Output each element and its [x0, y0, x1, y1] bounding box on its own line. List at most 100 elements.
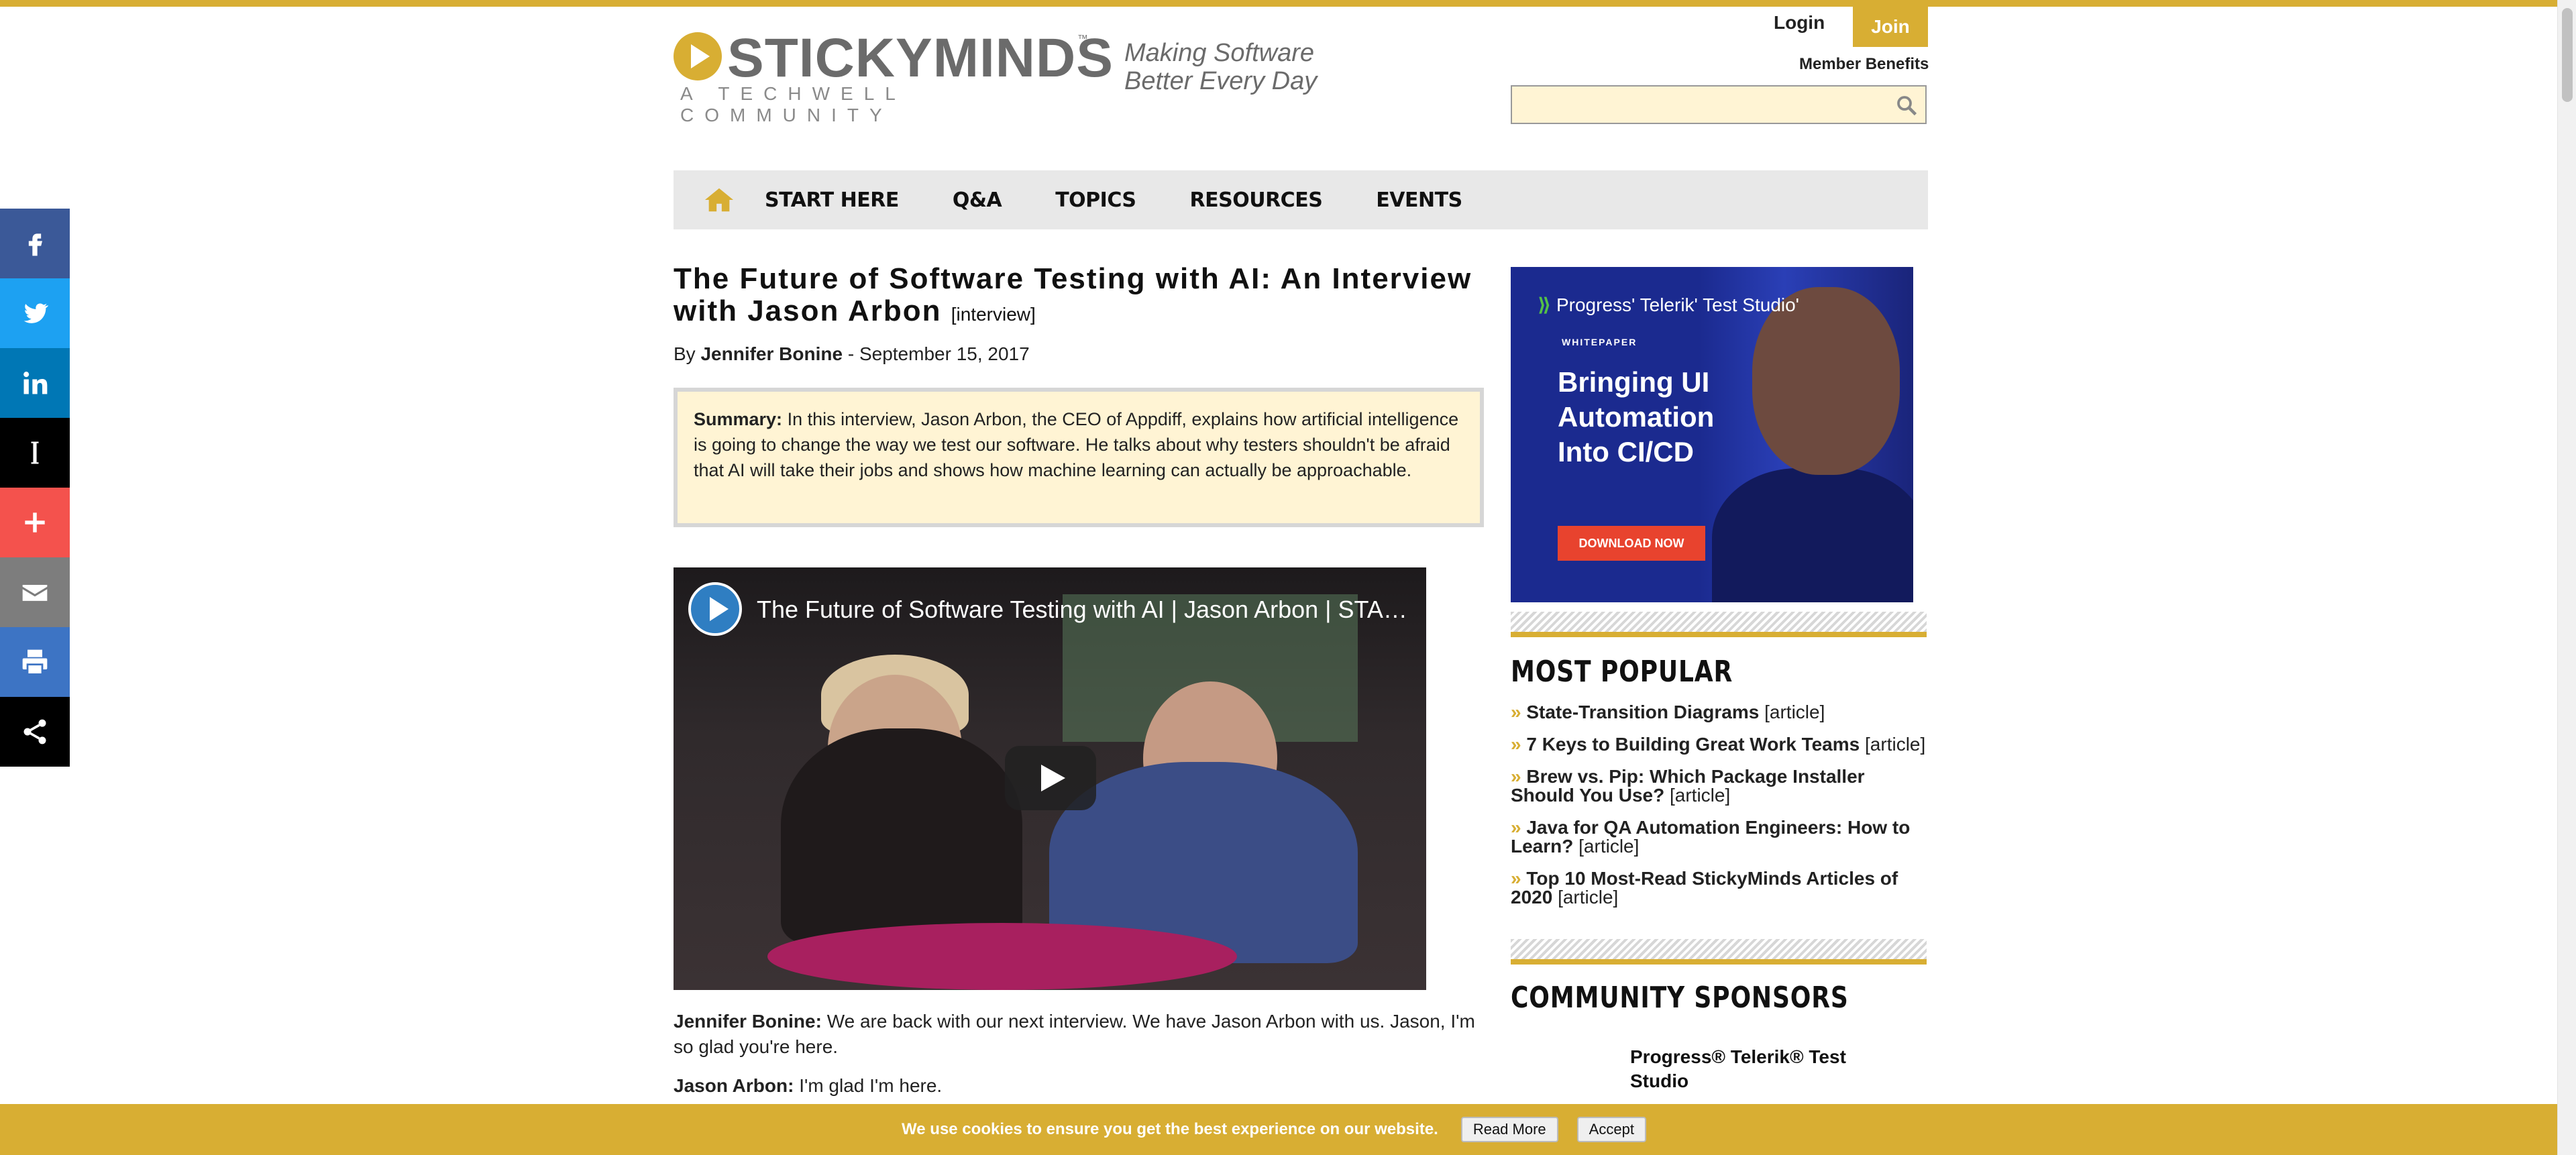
bullet-icon: »: [1511, 868, 1521, 889]
section-divider: [1511, 612, 1927, 637]
nav-item-resources[interactable]: RESOURCES: [1190, 188, 1323, 212]
bullet-icon: »: [1511, 817, 1521, 838]
join-button[interactable]: Join: [1853, 7, 1928, 47]
logo-play-icon: [674, 32, 722, 80]
progress-logo-icon: ⟫: [1538, 294, 1552, 315]
paragraph-text: I'm glad I'm here.: [794, 1075, 943, 1096]
share-instapaper-button[interactable]: [0, 418, 70, 488]
site-tagline: Making Software Better Every Day: [1124, 39, 1366, 95]
print-button[interactable]: [0, 627, 70, 697]
list-item: » Brew vs. Pip: Which Package Installer …: [1511, 767, 1927, 805]
share-linkedin-button[interactable]: [0, 348, 70, 418]
byline: By Jennifer Bonine - September 15, 2017: [674, 343, 1030, 365]
byline-prefix: By: [674, 343, 701, 364]
speaker-name: Jason Arbon:: [674, 1075, 794, 1096]
login-link[interactable]: Login: [1774, 12, 1825, 34]
bullet-icon: »: [1511, 702, 1521, 722]
ad-brand: ⟫ Progress' Telerik' Test Studio': [1538, 294, 1799, 316]
publish-date: - September 15, 2017: [843, 343, 1030, 364]
nav-item-qa[interactable]: Q&A: [953, 188, 1002, 212]
ad-eyebrow: WHITEPAPER: [1562, 337, 1638, 347]
list-item: » State-Transition Diagrams [article]: [1511, 703, 1927, 722]
video-person-1: [781, 728, 1022, 943]
summary-text: In this interview, Jason Arbon, the CEO …: [694, 409, 1459, 480]
site-logo[interactable]: STICKYMINDS ™ A TECHWELL COMMUNITY: [674, 28, 1113, 125]
summary-box: Summary: In this interview, Jason Arbon,…: [674, 388, 1484, 527]
tagline-line-2: Better Every Day: [1124, 67, 1318, 95]
print-icon: [22, 649, 48, 675]
instapaper-icon: [31, 441, 39, 464]
video-player[interactable]: The Future of Software Testing with AI |…: [674, 567, 1426, 990]
share-icon: [23, 719, 46, 745]
popular-tag: [article]: [1764, 702, 1825, 722]
popular-tag: [article]: [1865, 734, 1926, 755]
search-input[interactable]: [1512, 87, 1888, 123]
list-item: » 7 Keys to Building Great Work Teams [a…: [1511, 735, 1927, 754]
sidebar-ad[interactable]: ⟫ Progress' Telerik' Test Studio' WHITEP…: [1511, 267, 1913, 602]
share-twitter-button[interactable]: [0, 278, 70, 348]
nav-home[interactable]: [674, 186, 765, 213]
article-title-text: The Future of Software Testing with AI: …: [674, 262, 1472, 327]
plus-icon: [25, 512, 45, 533]
nav-item-topics[interactable]: TOPICS: [1055, 188, 1136, 212]
interview-paragraph: Jennifer Bonine: We are back with our ne…: [674, 1009, 1485, 1060]
twitter-icon: [23, 303, 49, 323]
top-accent-bar: [0, 0, 2557, 7]
article-type-tag: [interview]: [951, 304, 1036, 325]
share-email-button[interactable]: [0, 557, 70, 627]
nav-item-events[interactable]: EVENTS: [1376, 188, 1462, 212]
facebook-icon: [28, 233, 42, 256]
search-box: [1511, 85, 1927, 124]
author-link[interactable]: Jennifer Bonine: [700, 343, 843, 364]
page-scrollbar[interactable]: [2557, 0, 2576, 1155]
sponsor-name-link[interactable]: Progress® Telerik® Test Studio: [1630, 1045, 1898, 1093]
popular-tag: [article]: [1669, 785, 1731, 806]
cookie-banner: We use cookies to ensure you get the bes…: [0, 1104, 2557, 1155]
article-title: The Future of Software Testing with AI: …: [674, 263, 1479, 331]
cookie-read-more-button[interactable]: Read More: [1460, 1117, 1558, 1142]
scrollbar-thumb[interactable]: [2562, 8, 2573, 102]
main-nav: START HERE Q&A TOPICS RESOURCES EVENTS: [674, 170, 1928, 229]
popular-link[interactable]: Java for QA Automation Engineers: How to…: [1511, 817, 1910, 857]
nav-item-start-here[interactable]: START HERE: [765, 188, 899, 212]
list-item: » Top 10 Most-Read StickyMinds Articles …: [1511, 869, 1927, 907]
video-title[interactable]: The Future of Software Testing with AI |…: [757, 596, 1414, 624]
summary-label: Summary:: [694, 409, 783, 429]
tagline-line-1: Making Software: [1124, 39, 1315, 67]
interview-paragraph: Jason Arbon: I'm glad I'm here.: [674, 1073, 1485, 1099]
speaker-name: Jennifer Bonine:: [674, 1011, 822, 1032]
search-icon[interactable]: [1894, 93, 1919, 117]
cookie-message: We use cookies to ensure you get the bes…: [902, 1120, 1438, 1138]
section-divider: [1511, 939, 1927, 965]
popular-link[interactable]: State-Transition Diagrams: [1526, 702, 1759, 722]
channel-logo-icon[interactable]: [688, 582, 742, 636]
share-more-button[interactable]: [0, 488, 70, 557]
video-table: [767, 923, 1237, 990]
popular-tag: [article]: [1558, 887, 1619, 908]
ad-person-body: [1712, 468, 1913, 602]
ad-headline: Bringing UI Automation Into CI/CD: [1558, 366, 1715, 468]
logo-trademark: ™: [1077, 34, 1088, 45]
popular-link[interactable]: 7 Keys to Building Great Work Teams: [1526, 734, 1860, 755]
bullet-icon: »: [1511, 734, 1521, 755]
play-button-icon[interactable]: [1005, 746, 1096, 810]
cookie-accept-button[interactable]: Accept: [1576, 1117, 1646, 1142]
share-button[interactable]: [0, 697, 70, 767]
bullet-icon: »: [1511, 766, 1521, 787]
community-sponsors-heading: COMMUNITY SPONSORS: [1511, 981, 1849, 1015]
most-popular-heading: MOST POPULAR: [1511, 655, 1733, 689]
logo-wordmark: STICKYMINDS: [727, 28, 1114, 89]
social-share-bar: [0, 209, 70, 767]
sponsor-logo[interactable]: [1511, 1046, 1611, 1100]
member-benefits-link[interactable]: Member Benefits: [1799, 55, 1929, 74]
ad-download-button[interactable]: DOWNLOAD NOW: [1558, 526, 1705, 561]
logo-subtitle: A TECHWELL COMMUNITY: [680, 83, 906, 125]
ad-brand-text: Progress' Telerik' Test Studio': [1556, 294, 1800, 315]
home-icon: [704, 188, 734, 212]
share-facebook-button[interactable]: [0, 209, 70, 278]
linkedin-icon: [23, 372, 48, 394]
popular-tag: [article]: [1578, 836, 1640, 857]
list-item: » Java for QA Automation Engineers: How …: [1511, 818, 1927, 856]
most-popular-list: » State-Transition Diagrams [article] » …: [1511, 703, 1927, 920]
email-icon: [22, 585, 48, 601]
